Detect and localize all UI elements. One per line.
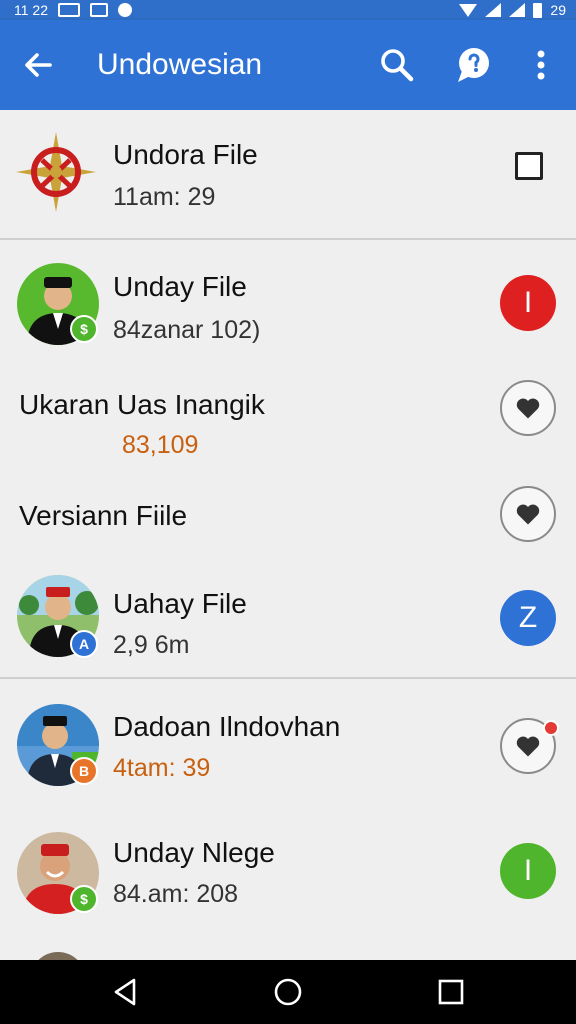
- nav-home-icon[interactable]: [272, 976, 304, 1008]
- heart-icon: [516, 736, 540, 757]
- list-item[interactable]: Versiann Fiile: [0, 472, 576, 572]
- notification-icon: [58, 3, 80, 17]
- status-bar: 11 22 29: [0, 0, 576, 20]
- page-title: Undowesian: [97, 48, 263, 81]
- heart-icon: [516, 504, 540, 525]
- wifi-icon: [459, 3, 478, 17]
- mail-icon: [90, 3, 108, 17]
- battery-level: 29: [550, 2, 566, 18]
- battery-icon: [533, 2, 543, 18]
- signal-icon-2: [509, 3, 526, 17]
- item-name: Unday Nlege: [113, 837, 275, 868]
- status-button[interactable]: I: [500, 275, 556, 331]
- item-name: Undora File: [113, 139, 258, 170]
- item-name: Uahay File: [113, 588, 247, 619]
- item-name: Dadoan Ilndovhan: [113, 711, 341, 742]
- heart-icon: [516, 398, 540, 419]
- unread-dot: [543, 720, 559, 736]
- item-subtitle: 84.am: 208: [113, 880, 239, 908]
- file-list: Undora File 11am: 29 $ Unday File 84zana…: [0, 110, 576, 960]
- back-arrow-icon[interactable]: [20, 46, 58, 84]
- badge-icon: B: [70, 757, 98, 785]
- chat-bubble-icon[interactable]: [453, 45, 493, 85]
- system-nav-bar: [0, 960, 576, 1024]
- item-subtitle: 11am: 29: [113, 183, 216, 211]
- badge-icon: $: [70, 315, 98, 343]
- item-subtitle: 4tam: 39: [113, 754, 211, 782]
- status-button[interactable]: I: [500, 843, 556, 899]
- item-name: Unday File: [113, 271, 247, 302]
- more-vert-icon[interactable]: [528, 46, 554, 84]
- signal-icon: [485, 3, 502, 17]
- favorite-button[interactable]: [500, 486, 556, 542]
- item-name: Versiann Fiile: [19, 500, 188, 531]
- avatar: [30, 952, 86, 960]
- select-checkbox[interactable]: [515, 152, 543, 180]
- emblem-icon: [16, 132, 96, 212]
- app-bar: Undowesian: [0, 20, 576, 110]
- item-subtitle: 2,9 6m: [113, 631, 190, 659]
- list-item[interactable]: B Dadoan Ilndovhan 4tam: 39: [0, 679, 576, 807]
- badge-icon: $: [70, 885, 98, 913]
- item-subtitle: 84zanar 102): [113, 316, 261, 344]
- alert-icon: [118, 3, 132, 17]
- item-name: Ukaran Uas Inangik: [19, 389, 265, 420]
- list-item[interactable]: Undora File 11am: 29: [0, 110, 576, 238]
- list-item[interactable]: A Uahay File 2,9 6m Z: [0, 572, 576, 678]
- status-time: 11 22: [14, 2, 48, 18]
- nav-back-icon[interactable]: [110, 976, 142, 1008]
- status-button[interactable]: Z: [500, 590, 556, 646]
- list-item[interactable]: $ Unday File 84zanar 102) I: [0, 240, 576, 352]
- nav-recents-icon[interactable]: [435, 976, 467, 1008]
- list-item[interactable]: Ukaran Uas Inangik 83,109: [0, 352, 576, 472]
- item-subtitle: 83,109: [122, 431, 199, 459]
- search-icon[interactable]: [378, 46, 416, 84]
- badge-icon: A: [70, 630, 98, 658]
- list-item[interactable]: $ Unday Nlege 84.am: 208 I: [0, 807, 576, 935]
- favorite-button[interactable]: [500, 380, 556, 436]
